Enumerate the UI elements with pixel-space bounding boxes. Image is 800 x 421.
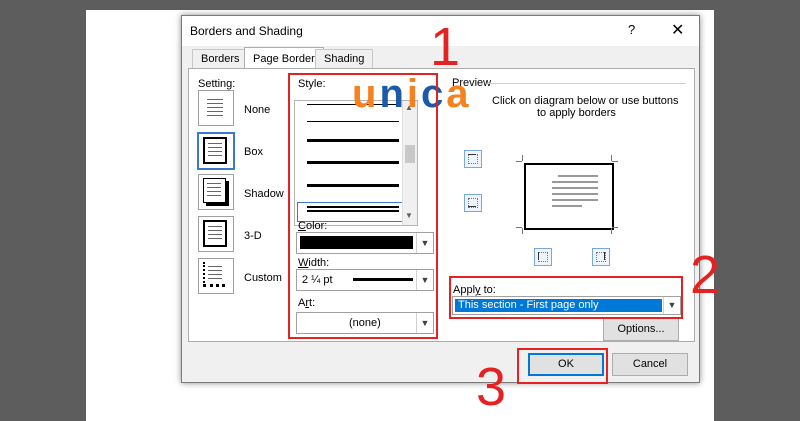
left-border-button[interactable] <box>534 248 552 266</box>
setting-3d-label[interactable]: 3-D <box>244 230 262 242</box>
setting-custom-icon[interactable] <box>198 258 234 294</box>
setting-box-label[interactable]: Box <box>244 146 263 158</box>
tab-borders-label: Borders <box>201 53 240 65</box>
annotation-box-apply-to <box>449 276 683 319</box>
setting-box-icon[interactable] <box>197 132 235 170</box>
options-button[interactable]: Options... <box>603 318 679 341</box>
tab-page-border[interactable]: Page Border <box>244 47 324 70</box>
dialog-title: Borders and Shading <box>190 24 303 38</box>
tab-borders[interactable]: Borders <box>192 49 249 69</box>
annotation-number-2: 2 <box>690 245 721 305</box>
close-button[interactable]: ✕ <box>671 20 684 40</box>
cancel-button-label: Cancel <box>632 358 668 370</box>
right-border-button[interactable] <box>592 248 610 266</box>
setting-shadow-icon[interactable] <box>198 174 234 210</box>
help-button[interactable]: ? <box>628 22 635 37</box>
preview-page[interactable] <box>524 163 614 230</box>
preview-hint-line2: to apply borders <box>537 107 616 119</box>
bottom-border-button[interactable] <box>464 194 482 212</box>
options-button-label: Options... <box>617 323 665 335</box>
tab-shading-label: Shading <box>324 53 365 65</box>
preview-diagram[interactable] <box>516 155 618 234</box>
top-border-button[interactable] <box>464 150 482 168</box>
annotation-number-3: 3 <box>476 357 507 417</box>
setting-custom-label[interactable]: Custom <box>244 272 282 284</box>
tab-shading[interactable]: Shading <box>315 49 374 69</box>
annotation-box-ok <box>517 348 608 384</box>
setting-none-icon[interactable] <box>198 90 234 126</box>
cancel-button[interactable]: Cancel <box>612 353 688 376</box>
annotation-box-style <box>288 73 438 339</box>
setting-label: Setting: <box>198 78 236 90</box>
preview-divider <box>488 83 686 84</box>
setting-none-label[interactable]: None <box>244 104 270 116</box>
setting-3d-icon[interactable] <box>198 216 234 252</box>
setting-shadow-label[interactable]: Shadow <box>244 188 284 200</box>
annotation-number-1: 1 <box>430 17 461 77</box>
preview-hint-line1: Click on diagram below or use buttons <box>492 95 679 107</box>
tab-page-border-label: Page Border <box>253 53 315 65</box>
